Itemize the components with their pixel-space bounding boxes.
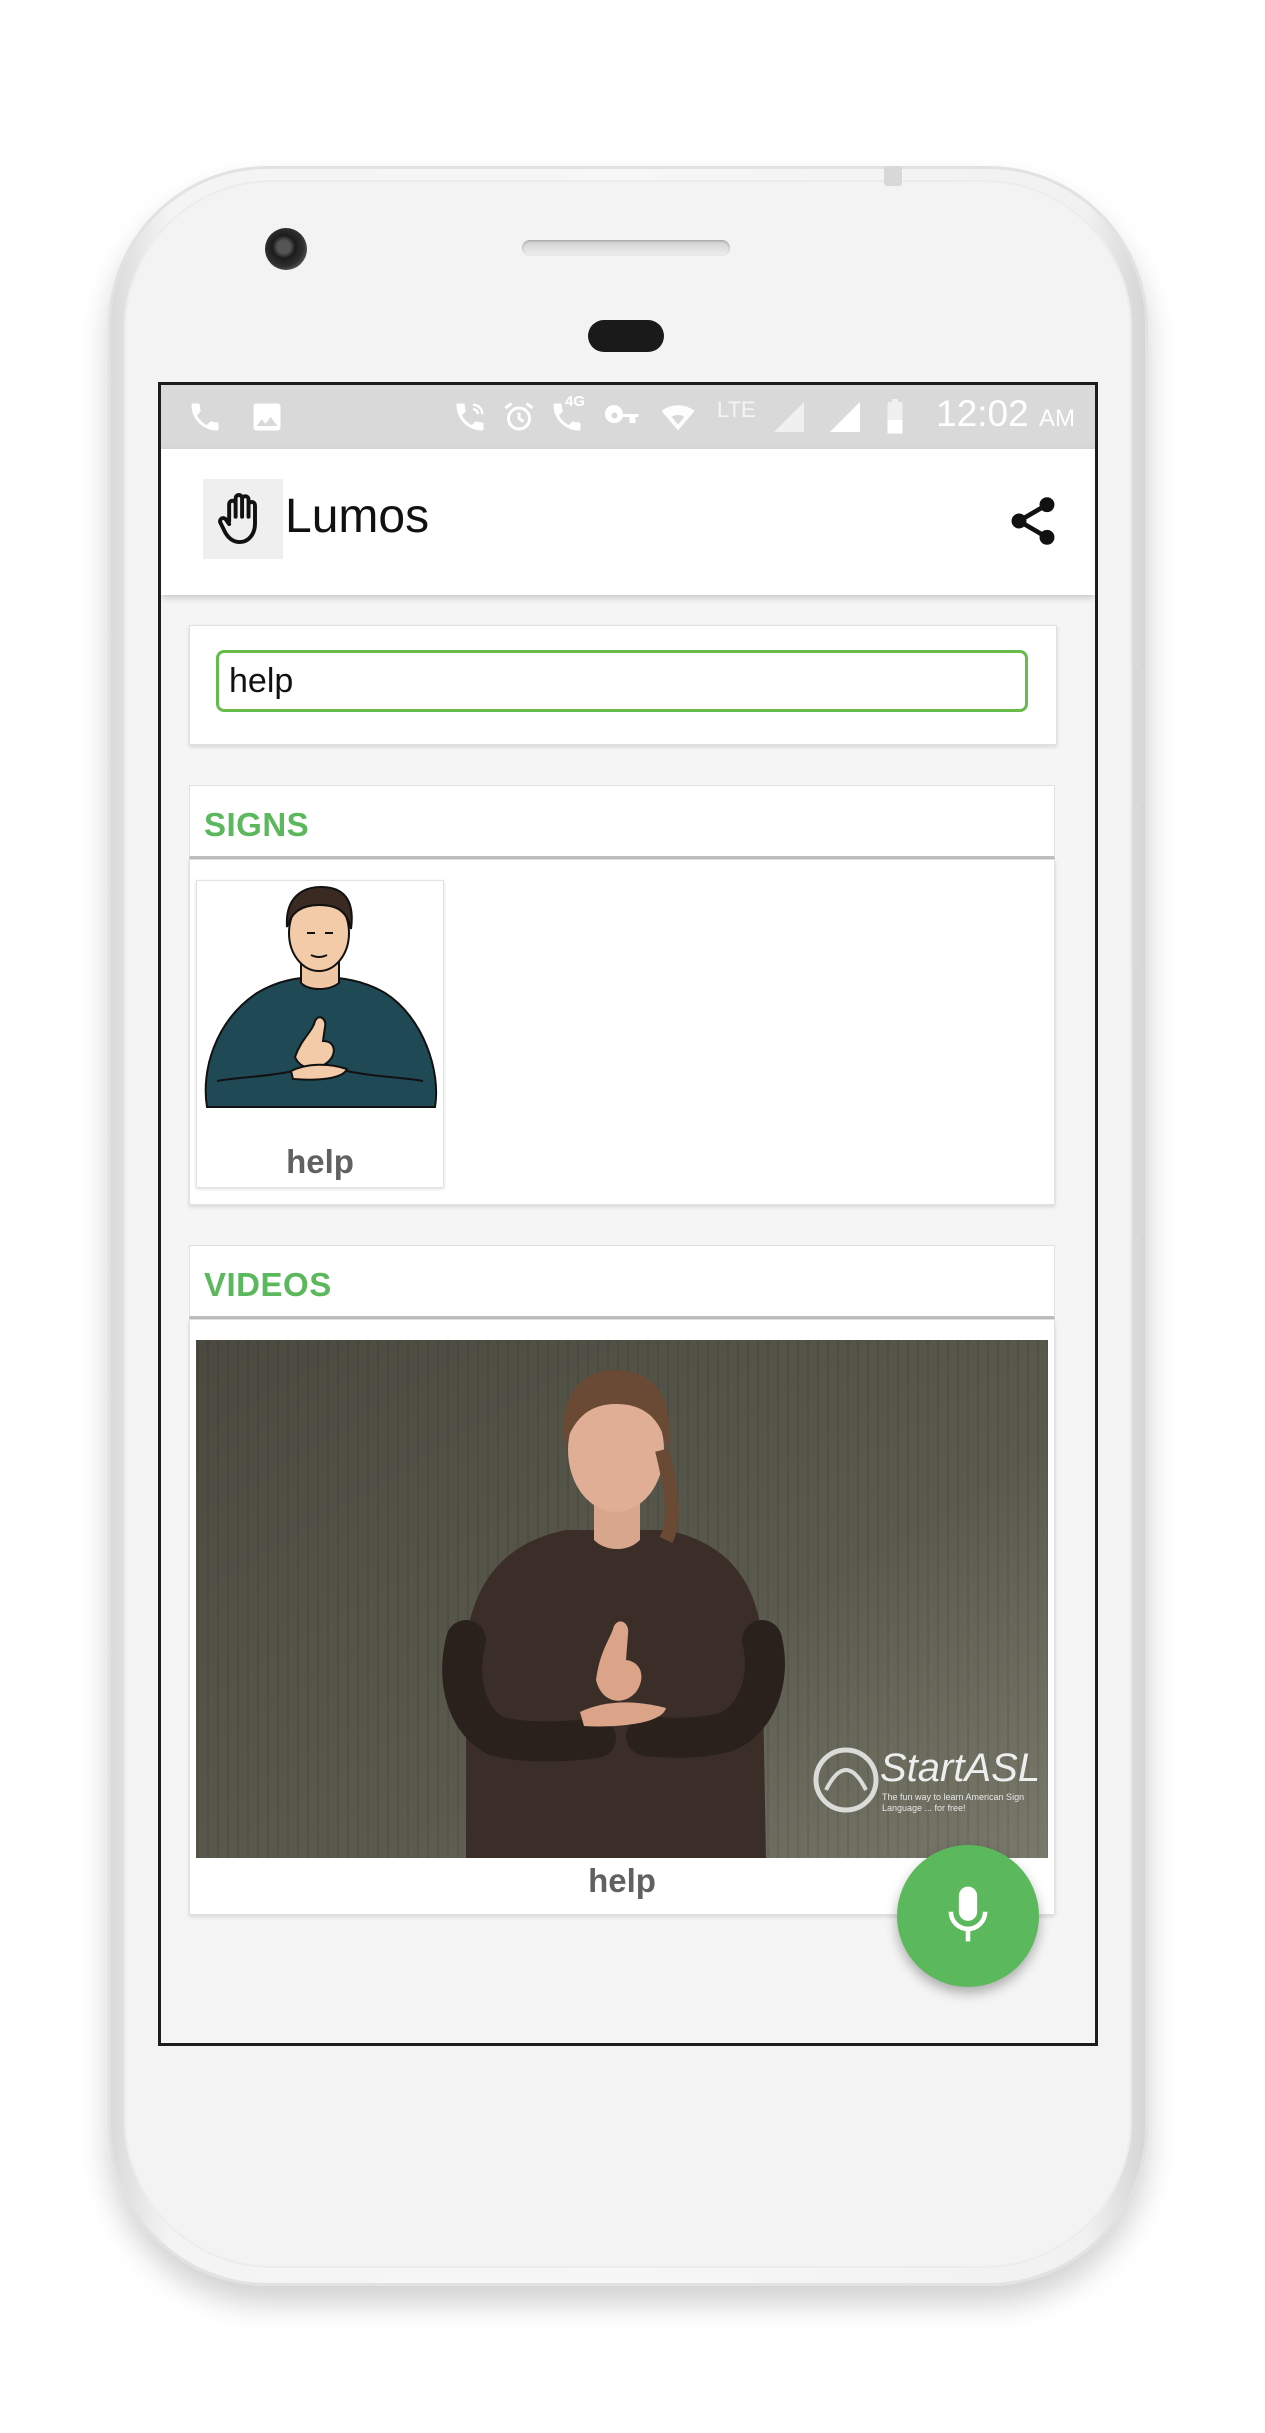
top-notch xyxy=(884,166,902,186)
vpn-key-icon xyxy=(601,399,643,435)
videos-section-header: VIDEOS xyxy=(189,1245,1055,1319)
microphone-button[interactable] xyxy=(897,1845,1039,1987)
status-bar: 4G LTE 12:02 AM xyxy=(161,385,1095,449)
signs-section-body: help xyxy=(189,859,1055,1205)
sign-caption: help xyxy=(286,1143,354,1180)
sign-card[interactable]: help xyxy=(196,880,444,1188)
sign-illustration xyxy=(204,885,438,1108)
status-time: 12:02 AM xyxy=(936,393,1075,435)
wifi-call-icon xyxy=(451,399,489,435)
hand-icon xyxy=(203,479,283,559)
image-icon xyxy=(249,399,285,435)
video-thumbnail[interactable]: StartASL The fun way to learn American S… xyxy=(196,1340,1048,1858)
signs-section-header: SIGNS xyxy=(189,785,1055,859)
phone-screen: 4G LTE 12:02 AM Lumos help SIGNS help VI… xyxy=(158,382,1098,2046)
videos-heading: VIDEOS xyxy=(204,1266,332,1303)
wifi-icon xyxy=(657,399,699,435)
alarm-icon xyxy=(501,399,537,435)
volte-icon: 4G xyxy=(547,393,587,435)
microphone-icon xyxy=(940,1882,996,1951)
search-input[interactable] xyxy=(216,650,1028,712)
signal-icon xyxy=(827,399,863,435)
proximity-sensor xyxy=(588,320,664,352)
front-camera xyxy=(265,228,307,270)
status-time-value: 12:02 xyxy=(936,393,1029,434)
signs-heading: SIGNS xyxy=(204,806,310,843)
search-card xyxy=(189,625,1057,745)
network-type-label: 4G xyxy=(565,393,586,410)
signal-icon xyxy=(771,399,807,435)
videos-section-body: StartASL The fun way to learn American S… xyxy=(189,1319,1055,1915)
app-bar: Lumos xyxy=(161,449,1095,595)
network-label: LTE xyxy=(717,397,756,422)
earpiece-speaker xyxy=(522,240,730,256)
phone-icon xyxy=(187,399,223,435)
battery-icon xyxy=(883,399,907,435)
watermark-text: StartASL xyxy=(880,1746,1041,1790)
share-icon[interactable] xyxy=(1005,493,1061,549)
power-button xyxy=(1134,668,1144,804)
status-time-ampm: AM xyxy=(1039,405,1075,432)
watermark-tagline: The fun way to learn American Sign Langu… xyxy=(882,1792,1025,1813)
volume-button xyxy=(1134,966,1144,1236)
app-title: Lumos xyxy=(285,490,430,543)
